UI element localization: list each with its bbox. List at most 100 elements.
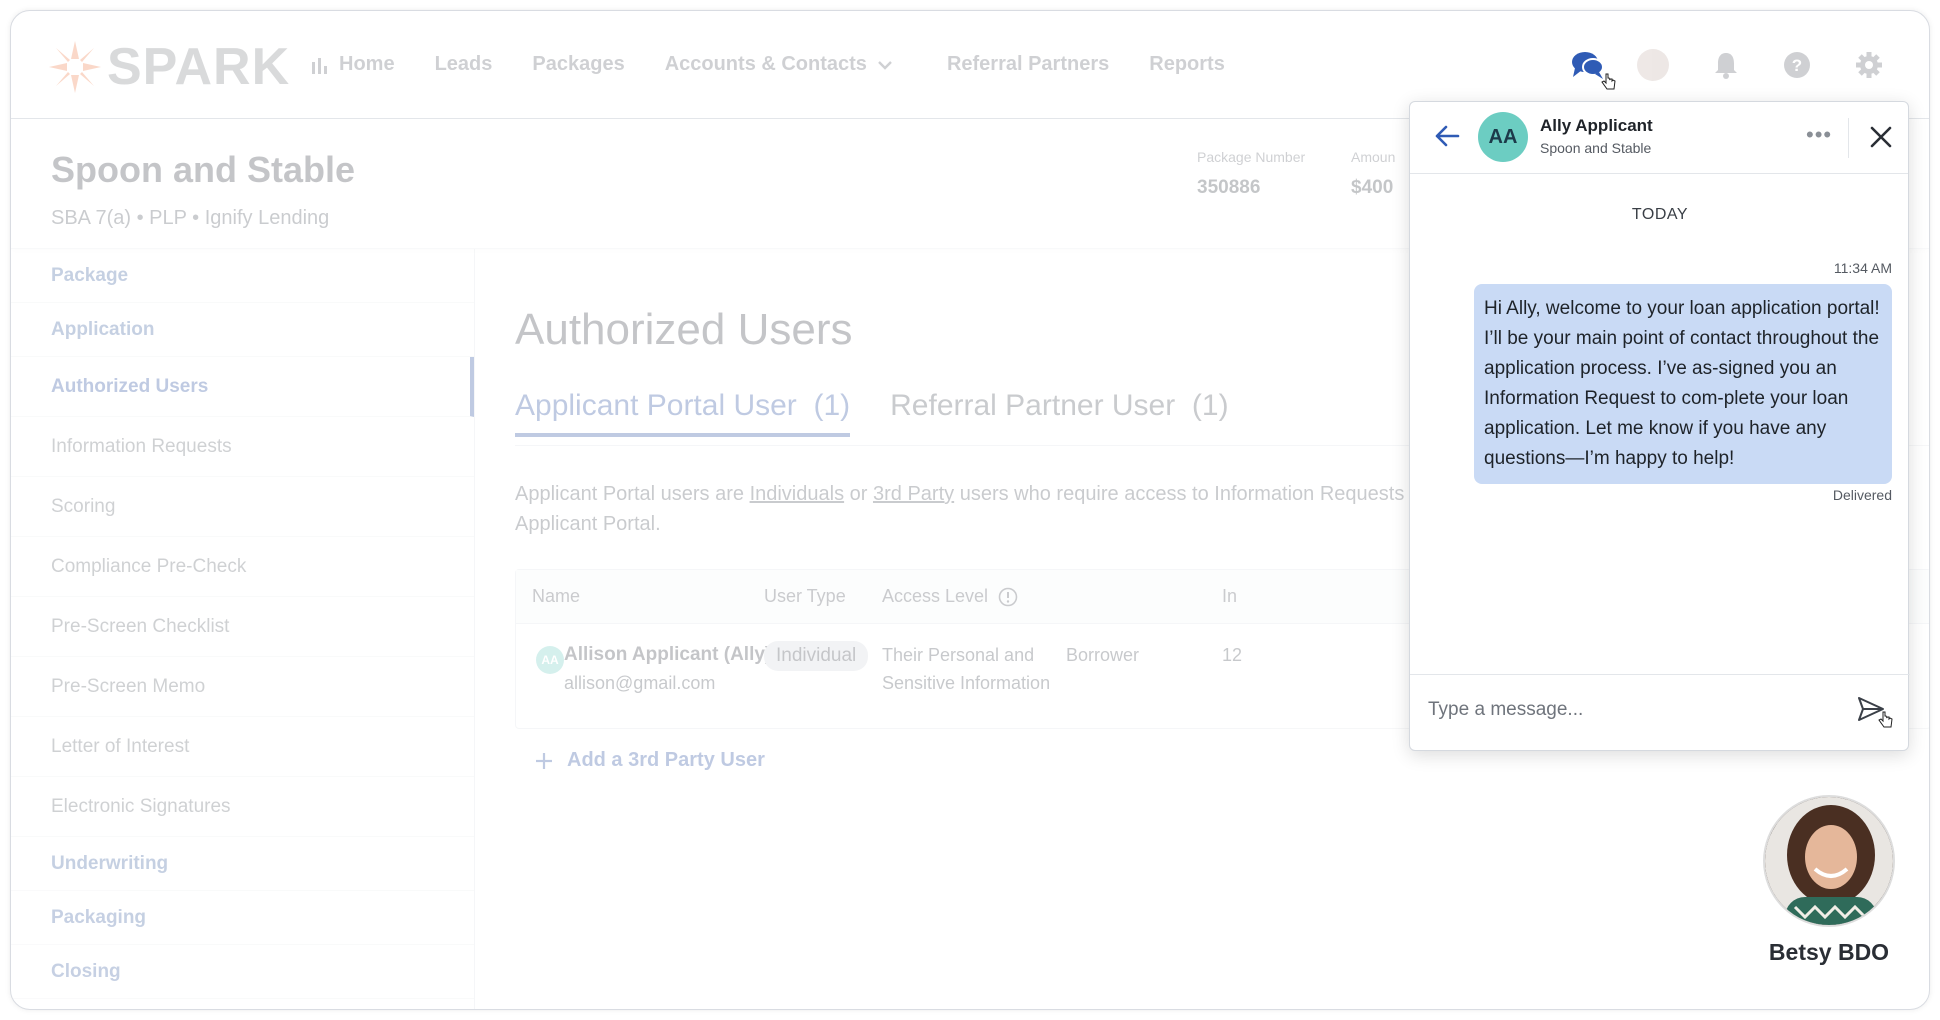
chat-toggle-button[interactable] [1571, 51, 1616, 90]
sidebar-item-pre-screen-checklist[interactable]: Pre-Screen Checklist [11, 597, 474, 657]
cursor-hand-icon [1601, 73, 1616, 90]
presenter-name: Betsy BDO [1768, 939, 1890, 965]
section-description: Applicant Portal users are Individuals o… [515, 479, 1515, 539]
cursor-hand-icon [1878, 711, 1893, 728]
add-third-party-user-button[interactable]: Add a 3rd Party User [535, 749, 765, 772]
tab-applicant-portal-user[interactable]: Applicant Portal User (1) [515, 389, 851, 437]
col-user-type[interactable]: User Type [764, 586, 846, 607]
sidebar-item-scoring[interactable]: Scoring [11, 477, 474, 537]
chat-contact-avatar: AA [1478, 112, 1528, 162]
brand-logo[interactable]: SPARK [49, 37, 290, 97]
nav-reports[interactable]: Reports [1149, 53, 1225, 76]
user-avatar[interactable] [1637, 49, 1669, 81]
row-avatar: AA [536, 646, 564, 674]
app-window: SPARK Home Leads Packages Accounts & Con… [10, 10, 1930, 1010]
app-root: SPARK Home Leads Packages Accounts & Con… [11, 11, 1929, 1009]
send-button[interactable] [1856, 695, 1893, 728]
sidebar-item-pre-screen-memo[interactable]: Pre-Screen Memo [11, 657, 474, 717]
more-options-button[interactable]: ••• [1806, 122, 1832, 148]
package-amount-label: Amoun [1351, 149, 1396, 165]
package-sidebar: Package Application Authorized Users Inf… [11, 249, 475, 1009]
sidebar-item-compliance-pre-check[interactable]: Compliance Pre-Check [11, 537, 474, 597]
help-icon[interactable]: ? [1783, 51, 1811, 79]
nav-packages[interactable]: Packages [532, 53, 624, 76]
chat-day-separator: TODAY [1631, 206, 1689, 223]
row-name[interactable]: Allison Applicant (Ally) [564, 640, 771, 670]
row-email: allison@gmail.com [564, 673, 716, 693]
col-name[interactable]: Name [532, 586, 580, 607]
chat-contact-name: Ally Applicant [1540, 116, 1653, 135]
sidebar-item-authorized-users[interactable]: Authorized Users [11, 357, 474, 417]
sidebar-item-underwriting[interactable]: Underwriting [11, 837, 474, 891]
nav-leads[interactable]: Leads [435, 53, 493, 76]
tab-referral-count: (1) [1191, 389, 1229, 422]
package-amount-field: Amoun $400 [1351, 149, 1395, 199]
individuals-link[interactable]: Individuals [750, 483, 845, 505]
col-access-level-label: Access Level [882, 586, 989, 606]
desc-post: users who require access to Information … [954, 483, 1405, 505]
page-title: Authorized Users [515, 305, 853, 354]
row-access-line2: Sensitive Information [882, 673, 1051, 693]
package-title: Spoon and Stable [51, 149, 356, 190]
package-subtitle: SBA 7(a) • PLP • Ignify Lending [51, 207, 330, 229]
package-number-field: Package Number 350886 [1197, 149, 1305, 199]
message-timestamp: 11:34 AM [1833, 260, 1892, 276]
col-access-level[interactable]: Access Level [882, 586, 1018, 607]
gear-icon[interactable] [1855, 51, 1883, 79]
tab-applicant-label: Applicant Portal User [515, 389, 797, 422]
package-number-value: 350886 [1197, 177, 1261, 198]
presenter-photo [1763, 795, 1895, 927]
row-extra: 12 [1222, 645, 1243, 665]
desc-mid: or [844, 483, 873, 505]
third-party-link[interactable]: 3rd Party [873, 483, 954, 505]
person-photo-icon [1765, 797, 1893, 925]
bar-chart-icon [312, 57, 327, 74]
desc-pre: Applicant Portal users are [515, 483, 750, 505]
sidebar-item-information-requests[interactable]: Information Requests [11, 417, 474, 477]
nav-reports-label: Reports [1149, 53, 1225, 75]
sidebar-item-electronic-signatures[interactable]: Electronic Signatures [11, 777, 474, 837]
nav-leads-label: Leads [434, 53, 493, 75]
desc-line2: Applicant Portal. [515, 513, 661, 535]
user-type-badge: Individual [764, 641, 869, 671]
tab-applicant-count: (1) [813, 389, 851, 422]
plus-icon [536, 752, 552, 769]
add-user-label: Add a 3rd Party User [567, 749, 765, 771]
package-number-label: Package Number [1197, 149, 1306, 165]
chat-bubbles-icon [1572, 52, 1604, 79]
bell-icon[interactable] [1713, 51, 1739, 79]
close-icon[interactable] [1868, 124, 1894, 150]
message-input[interactable] [1428, 695, 1828, 725]
chat-composer [1410, 674, 1910, 752]
sidebar-item-application[interactable]: Application [11, 303, 474, 357]
message-bubble: Hi Ally, welcome to your loan applicatio… [1474, 284, 1892, 484]
col-extra[interactable]: In [1222, 586, 1237, 607]
tab-referral-label: Referral Partner User [890, 389, 1176, 422]
chat-header: AA Ally Applicant Spoon and Stable ••• [1410, 102, 1908, 174]
nav-menu: Home Leads Packages Accounts & Contacts … [311, 53, 1225, 76]
nav-accounts-label: Accounts & Contacts [664, 53, 867, 75]
chevron-down-icon [878, 60, 892, 70]
sidebar-item-package[interactable]: Package [11, 249, 474, 303]
nav-accounts-contacts[interactable]: Accounts & Contacts [665, 53, 893, 76]
top-right-icons: ? [1637, 49, 1883, 81]
nav-referral-label: Referral Partners [946, 53, 1110, 75]
nav-home-label: Home [339, 53, 395, 75]
row-role: Borrower [1066, 645, 1140, 665]
row-user-type: Individual [764, 640, 869, 671]
nav-referral-partners[interactable]: Referral Partners [947, 53, 1109, 76]
back-arrow-icon[interactable] [1434, 124, 1460, 148]
nav-home[interactable]: Home [311, 53, 395, 76]
row-access-line1: Their Personal and [882, 645, 1035, 665]
sidebar-item-letter-of-interest[interactable]: Letter of Interest [11, 717, 474, 777]
nav-packages-label: Packages [532, 53, 625, 75]
sidebar-item-closing[interactable]: Closing [11, 945, 474, 999]
sidebar-item-packaging[interactable]: Packaging [11, 891, 474, 945]
svg-text:?: ? [1792, 56, 1802, 75]
spark-logo-icon [49, 41, 101, 93]
tab-referral-partner-user[interactable]: Referral Partner User (1) [890, 389, 1228, 437]
message-status: Delivered [1832, 487, 1892, 503]
header-divider [1848, 118, 1849, 158]
info-icon[interactable] [998, 587, 1018, 607]
package-amount-value: $400 [1351, 177, 1394, 198]
